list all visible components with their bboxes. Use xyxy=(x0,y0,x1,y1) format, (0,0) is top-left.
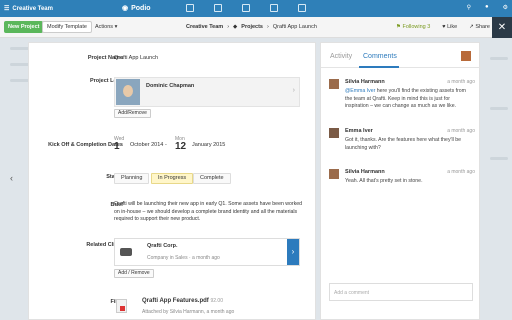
avatar xyxy=(329,79,339,89)
avatar xyxy=(329,128,339,138)
top-navigation-bar: ☰ Creative Team ◉ Podio ⚲ ● ⚙ xyxy=(0,0,512,17)
activity-comments-panel: Activity Comments Silvia Harmann a month… xyxy=(320,42,481,320)
kickoff-label: Kick Off & Completion Dates xyxy=(48,142,123,148)
tab-activity[interactable]: Activity xyxy=(330,53,352,60)
search-icon[interactable]: ⚲ xyxy=(467,4,471,11)
podio-logo-icon: ◉ xyxy=(122,5,129,12)
flag-icon: ⚑ xyxy=(395,24,401,30)
chevron-right-icon: › xyxy=(227,24,230,30)
project-lead-label: Project Lead xyxy=(89,78,123,84)
client-add-remove-button[interactable]: Add / Remove xyxy=(114,269,154,278)
files-label: Files xyxy=(33,298,123,306)
apps-icon[interactable] xyxy=(242,4,250,12)
chevron-down-icon: ▾ xyxy=(114,24,118,30)
chat-icon[interactable] xyxy=(298,4,306,12)
chevron-right-icon: › xyxy=(267,24,269,30)
user-menu-icon[interactable]: ● xyxy=(485,4,489,11)
status-label: Status xyxy=(33,173,123,181)
client-subtitle: Company in Sales · a month ago xyxy=(147,255,220,261)
file-size: 92.00 xyxy=(210,298,223,304)
like-button[interactable]: ♥ Like xyxy=(442,21,457,33)
project-lead-card[interactable]: Dominic Chapman › xyxy=(114,77,300,107)
project-name-value[interactable]: Qrafti App Launch xyxy=(114,54,158,62)
related-client-label: Related Client xyxy=(86,242,123,248)
pdf-file-icon[interactable] xyxy=(116,299,127,313)
end-date[interactable]: Mon 12 xyxy=(175,136,186,152)
breadcrumb-workspace[interactable]: Creative Team xyxy=(186,21,223,33)
close-button[interactable]: ✕ xyxy=(492,17,512,38)
heart-icon: ♥ xyxy=(442,24,446,30)
related-client-card[interactable]: Qrafti Corp. Company in Sales · a month … xyxy=(114,238,300,266)
avatar xyxy=(329,169,339,179)
breadcrumb-item: Qrafti App Launch xyxy=(272,24,317,30)
workspace-switcher[interactable]: ☰ Creative Team xyxy=(4,5,53,13)
item-toolbar: New Project Modify Template Actions ▾ Cr… xyxy=(0,17,512,38)
status-in-progress[interactable]: In Progress xyxy=(151,173,194,184)
tab-comments[interactable]: Comments xyxy=(363,53,397,60)
brief-text[interactable]: Qrafti will be launching their new app i… xyxy=(114,201,302,224)
start-date[interactable]: Wed 1 xyxy=(114,136,124,152)
avatar xyxy=(461,51,471,61)
mention-link[interactable]: @Emma Iver xyxy=(345,88,375,94)
avatar xyxy=(116,79,140,105)
date-separator: - xyxy=(165,142,167,148)
open-client-button[interactable]: › xyxy=(287,239,299,265)
share-icon: ↗ xyxy=(469,24,474,30)
workspace-name: Creative Team xyxy=(12,5,53,12)
file-attached-by: Attached by Silvia Harmann, a month ago xyxy=(142,309,235,315)
status-complete[interactable]: Complete xyxy=(193,173,231,184)
client-name: Qrafti Corp. xyxy=(147,243,178,249)
settings-icon[interactable]: ⚙ xyxy=(503,4,508,11)
breadcrumb-app[interactable]: Projects xyxy=(241,21,263,33)
breadcrumb: Creative Team › ◆ Projects › Qrafti App … xyxy=(186,21,317,33)
project-name-label: Project Name xyxy=(87,55,123,61)
project-detail-panel: Project Name Qrafti App Launch Project L… xyxy=(28,42,316,320)
share-button[interactable]: ↗ Share xyxy=(469,21,490,33)
projects-app-icon: ◆ xyxy=(233,24,238,30)
notifications-icon[interactable] xyxy=(270,4,278,12)
calendar-icon[interactable] xyxy=(186,4,194,12)
menu-icon: ☰ xyxy=(4,6,10,12)
lead-name: Dominic Chapman xyxy=(146,83,195,89)
start-month-year: October 2014 xyxy=(130,142,164,148)
close-icon: ✕ xyxy=(497,22,507,33)
brief-label: Brief xyxy=(110,202,123,208)
company-icon xyxy=(120,248,132,256)
new-project-button[interactable]: New Project xyxy=(4,21,44,33)
modify-template-button[interactable]: Modify Template xyxy=(42,21,92,33)
actions-dropdown[interactable]: Actions ▾ xyxy=(95,21,117,33)
podio-logo[interactable]: ◉ Podio xyxy=(122,4,151,13)
file-name[interactable]: Qrafti App Features.pdf 92.00 xyxy=(142,298,223,304)
lead-add-remove-button[interactable]: Add/Remove xyxy=(114,109,151,118)
status-planning[interactable]: Planning xyxy=(114,173,150,184)
add-comment-input[interactable]: Add a comment xyxy=(329,283,473,301)
end-month-year: January 2015 xyxy=(192,142,226,148)
previous-item-arrow[interactable]: ‹ xyxy=(10,173,13,183)
tasks-icon[interactable] xyxy=(214,4,222,12)
chevron-right-icon: › xyxy=(292,87,295,94)
following-button[interactable]: ⚑ Following 3 xyxy=(396,21,430,33)
